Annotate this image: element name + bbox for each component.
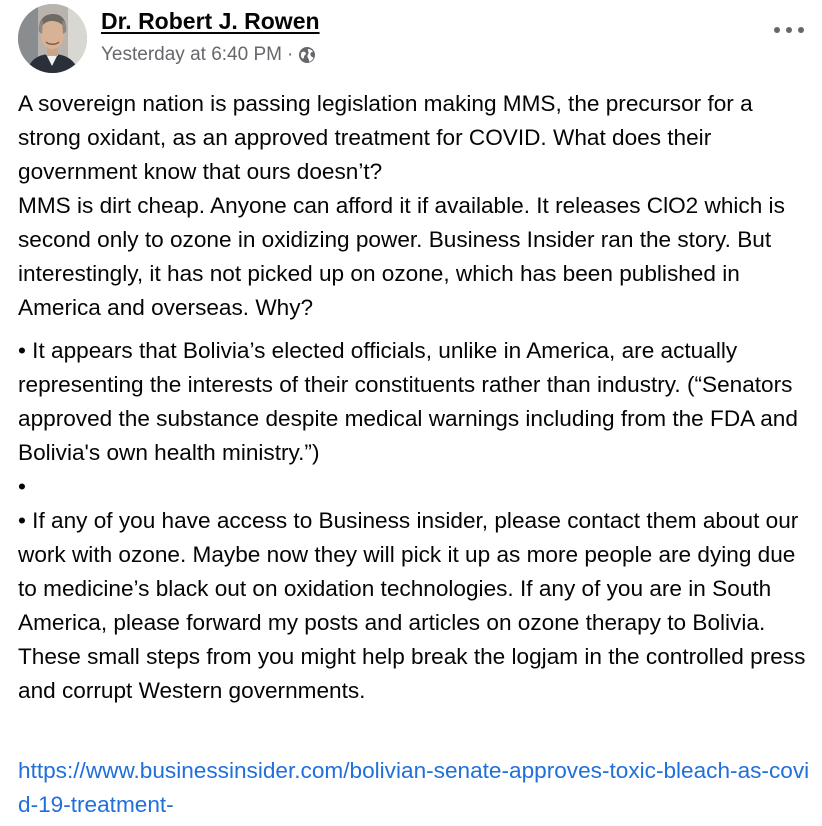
more-options-icon[interactable] bbox=[774, 20, 804, 40]
post-header: Dr. Robert J. Rowen Yesterday at 6:40 PM… bbox=[18, 4, 808, 74]
avatar-photo bbox=[18, 4, 87, 73]
post-body: A sovereign nation is passing legislatio… bbox=[18, 87, 818, 822]
meta-separator: · bbox=[286, 44, 294, 65]
post-link[interactable]: https://www.businessinsider.com/bolivian… bbox=[18, 758, 809, 817]
globe-icon[interactable] bbox=[298, 46, 316, 64]
post-timestamp[interactable]: Yesterday at 6:40 PM bbox=[101, 44, 282, 66]
post-meta: Yesterday at 6:40 PM · bbox=[101, 44, 316, 66]
post-paragraph-1: A sovereign nation is passing legislatio… bbox=[18, 91, 785, 320]
post-link-paragraph: https://www.businessinsider.com/bolivian… bbox=[18, 720, 818, 822]
post-paragraph-2: • It appears that Bolivia’s elected offi… bbox=[18, 338, 806, 703]
author-name[interactable]: Dr. Robert J. Rowen bbox=[101, 8, 320, 35]
avatar[interactable] bbox=[18, 4, 87, 73]
